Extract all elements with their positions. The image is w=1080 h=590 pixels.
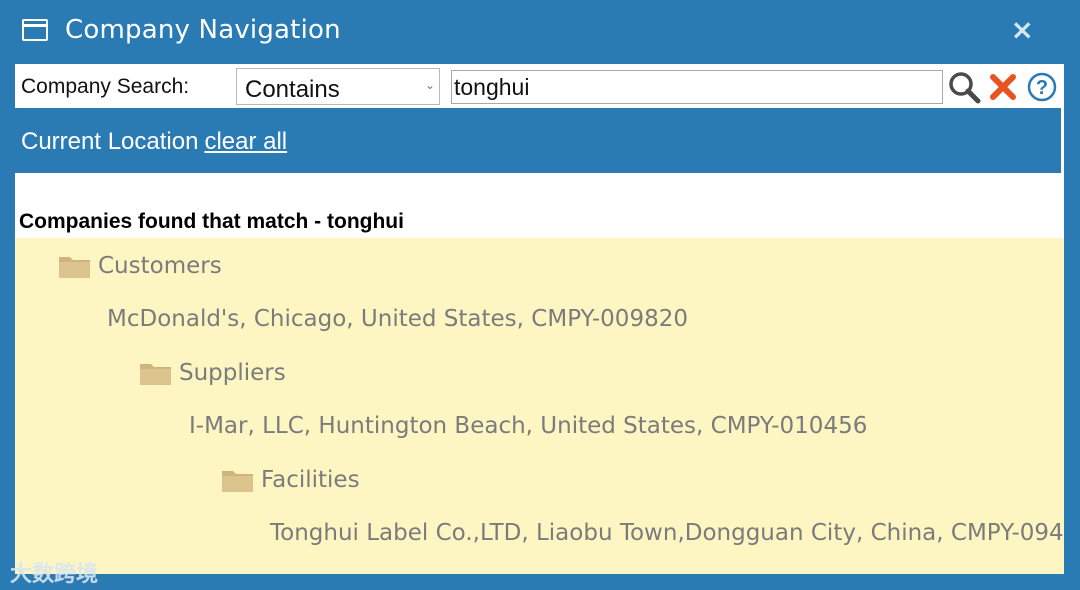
clear-search-icon[interactable]	[987, 70, 1019, 104]
tree-item-supplier[interactable]: I-Mar, LLC, Huntington Beach, United Sta…	[189, 413, 867, 439]
results-heading: Companies found that match - tonghui	[19, 210, 404, 233]
tree-item-facility[interactable]: Tonghui Label Co.,LTD, Liaobu Town,Dongg…	[270, 520, 1064, 546]
close-button[interactable]: ×	[1011, 12, 1034, 48]
window-icon	[22, 19, 48, 41]
current-location-text: Current Location	[21, 128, 199, 155]
tree-folder-label: Facilities	[261, 467, 360, 493]
search-icon[interactable]	[947, 70, 981, 104]
current-location-bar: Current Location clear all	[15, 108, 1061, 173]
current-location-label: Current Location clear all	[21, 128, 287, 156]
navigation-panel: Company Search: Contains ⌄ ? C	[15, 64, 1064, 574]
results-tree: Customers McDonald's, Chicago, United St…	[15, 238, 1064, 574]
clear-all-link[interactable]: clear all	[204, 128, 287, 155]
search-label: Company Search:	[21, 75, 190, 98]
tree-item-customer[interactable]: McDonald's, Chicago, United States, CMPY…	[107, 306, 688, 332]
search-input[interactable]	[451, 70, 943, 104]
svg-text:?: ?	[1036, 77, 1048, 99]
search-row: Company Search: Contains ⌄ ?	[15, 64, 1064, 108]
watermark: 大数跨境	[10, 562, 99, 587]
window-bottom-border	[0, 574, 1080, 590]
folder-icon	[222, 471, 253, 492]
tree-folder-label: Customers	[98, 253, 222, 279]
search-mode-value: Contains	[245, 76, 340, 103]
window-title: Company Navigation	[65, 15, 341, 45]
help-icon[interactable]: ?	[1025, 70, 1059, 104]
tree-folder-label: Suppliers	[179, 360, 286, 386]
tree-folder-facilities[interactable]: Facilities	[221, 466, 441, 498]
tree-folder-suppliers[interactable]: Suppliers	[139, 359, 359, 391]
folder-icon	[140, 364, 171, 385]
search-mode-select[interactable]: Contains ⌄	[236, 68, 440, 105]
folder-icon	[59, 257, 90, 278]
chevron-down-icon: ⌄	[424, 78, 435, 92]
title-bar: Company Navigation ×	[0, 0, 1080, 62]
tree-folder-customers[interactable]: Customers	[58, 252, 278, 284]
